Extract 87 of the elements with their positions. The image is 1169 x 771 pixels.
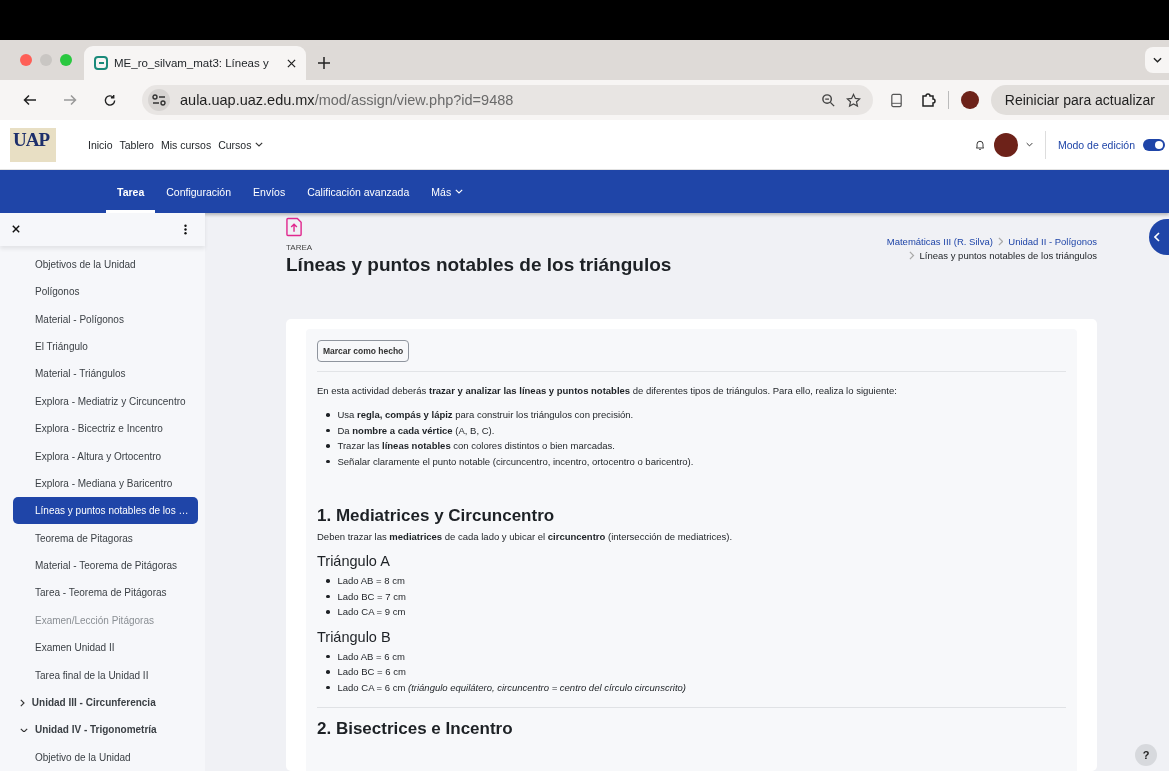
sidebar-item[interactable]: Material - Polígonos	[13, 305, 198, 333]
tab-list-icon[interactable]	[1152, 57, 1162, 63]
sidebar-item[interactable]: Líneas y puntos notables de los …	[13, 497, 198, 525]
page-title: Líneas y puntos notables de los triángulos	[286, 254, 672, 276]
section-heading: 1. Mediatrices y Circuncentro	[317, 506, 556, 526]
nav-tab[interactable]: Calificación avanzada	[296, 170, 421, 213]
nav-link[interactable]: Tablero	[119, 138, 154, 151]
bullet-icon	[326, 428, 330, 432]
subheading: Triángulo B	[317, 628, 392, 645]
close-drawer-icon[interactable]	[12, 225, 20, 234]
list-item: Lado CA = 6 cm (triángulo equilátero, circuncentro = centro del círculo circunscrito)	[337, 680, 686, 694]
nav-tab[interactable]: Más	[420, 170, 475, 213]
sidebar-item[interactable]: Explora - Mediatriz y Circuncentro	[13, 387, 198, 415]
list-item: Lado CA = 9 cm	[337, 605, 406, 619]
sidebar-item[interactable]: Objetivos de la Unidad	[13, 250, 198, 278]
chevron-left-icon	[1154, 232, 1160, 242]
site-logo[interactable]: UAP	[10, 127, 56, 162]
site-settings-icon[interactable]	[148, 89, 170, 111]
list-item: Lado BC = 6 cm	[337, 665, 406, 679]
close-tab-icon[interactable]	[287, 58, 296, 68]
user-avatar[interactable]	[993, 132, 1018, 157]
list-item: Lado BC = 7 cm	[337, 589, 406, 603]
reading-mode-icon[interactable]	[889, 92, 905, 108]
browser-tab[interactable]: ME_ro_silvam_mat3: Líneas y	[84, 46, 306, 80]
sidebar-item[interactable]: Teorema de Pitagoras	[13, 524, 198, 552]
file-upload-icon	[286, 217, 303, 237]
profile-avatar[interactable]	[961, 91, 979, 109]
bullet-icon	[326, 654, 330, 658]
bullet-icon	[326, 413, 330, 417]
sidebar-item[interactable]: Objetivo de la Unidad	[13, 743, 198, 771]
notifications-bell-icon[interactable]	[973, 138, 986, 151]
bullet-icon	[326, 444, 330, 448]
relaunch-button[interactable]: Reiniciar para actualizar	[990, 85, 1169, 115]
sidebar-item[interactable]: Tarea final de la Unidad II	[13, 661, 198, 689]
mark-done-button[interactable]: Marcar como hecho	[317, 340, 410, 362]
bullet-icon	[326, 610, 330, 614]
sidebar-item[interactable]: Tarea - Teorema de Pitágoras	[13, 579, 198, 607]
caret-icon[interactable]	[1025, 142, 1033, 147]
sidebar-item[interactable]: Polígonos	[13, 277, 198, 306]
list-item: Lado AB = 8 cm	[337, 574, 405, 588]
url-text: aula.uap.uaz.edu.mx/mod/assign/view.php?id=9488	[180, 92, 515, 108]
section-title[interactable]: Unidad IV - Trigonometría	[35, 724, 157, 736]
nav-link[interactable]: Mis cursos	[160, 138, 212, 151]
subheading: Triángulo A	[317, 553, 391, 569]
breadcrumb-current: Líneas y puntos notables de los triángulos	[919, 250, 1097, 261]
bullet-icon	[326, 459, 330, 463]
bullet-icon	[326, 685, 330, 689]
chevron-right-icon	[997, 237, 1004, 246]
bullet-icon	[326, 594, 330, 598]
paragraph: En esta actividad deberás trazar y analizar las líneas y puntos notables de diferentes tipos de triángulos. Para ello, realiza lo siguiente:	[317, 384, 898, 397]
chevron-right-icon	[909, 251, 915, 260]
breadcrumb-link[interactable]: Unidad II - Polígonos	[1008, 236, 1097, 247]
extensions-icon[interactable]	[920, 92, 937, 108]
chevron-right-icon[interactable]	[20, 698, 25, 707]
breadcrumb-link[interactable]: Matemáticas III (R. Silva)	[886, 236, 993, 247]
nav-link[interactable]: Inicio	[88, 138, 113, 151]
nav-tab[interactable]: Configuración	[155, 170, 243, 213]
site-icon	[94, 56, 108, 70]
bookmark-star-icon[interactable]	[846, 92, 862, 108]
activity-type-label: TAREA	[286, 243, 313, 252]
list-item: Señalar claramente el punto notable (circuncentro, incentro, ortocentro o baricentro).	[337, 454, 694, 468]
bullet-icon	[326, 579, 330, 583]
section-title[interactable]: Unidad III - Circunferencia	[31, 697, 156, 708]
paragraph: Deben trazar las mediatrices de cada lado y ubicar el circuncentro (intersección de mediatrices).	[317, 530, 734, 543]
sidebar-item[interactable]: Examen Unidad II	[13, 634, 198, 662]
sidebar-item[interactable]: Material - Teorema de Pitágoras	[13, 551, 198, 580]
nav-link[interactable]: Cursos	[218, 138, 264, 151]
list-item: Da nombre a cada vértice (A, B, C).	[337, 423, 495, 437]
sidebar-item[interactable]: Explora - Bicectriz e Incentro	[13, 414, 198, 443]
sidebar-item[interactable]: Explora - Mediana y Baricentro	[13, 469, 198, 498]
list-item: Usa regla, compás y lápiz para construir los triángulos con precisión.	[337, 408, 634, 422]
bullet-icon	[326, 670, 330, 674]
help-button[interactable]: ?	[1135, 744, 1157, 766]
sidebar-item[interactable]: Material - Triángulos	[13, 360, 198, 388]
list-item: Lado AB = 6 cm	[337, 649, 405, 663]
more-options-icon[interactable]	[184, 223, 187, 235]
chevron-down-icon[interactable]	[20, 727, 28, 733]
edit-mode-label: Modo de edición	[1057, 138, 1135, 151]
list-item: Trazar las líneas notables con colores distintos o bien marcadas.	[337, 439, 615, 453]
edit-mode-toggle[interactable]	[1143, 138, 1165, 151]
new-tab-icon[interactable]	[318, 57, 330, 69]
sidebar-item[interactable]: Explora - Altura y Ortocentro	[13, 442, 198, 470]
nav-tab[interactable]: Envíos	[242, 170, 297, 213]
sidebar-item[interactable]: El Triángulo	[13, 332, 198, 361]
section-heading: 2. Bisectrices e Incentro	[317, 719, 514, 739]
address-bar[interactable]: aula.uap.uaz.edu.mx/mod/assign/view.php?id=9488	[142, 85, 874, 115]
zoom-icon[interactable]	[821, 92, 837, 108]
